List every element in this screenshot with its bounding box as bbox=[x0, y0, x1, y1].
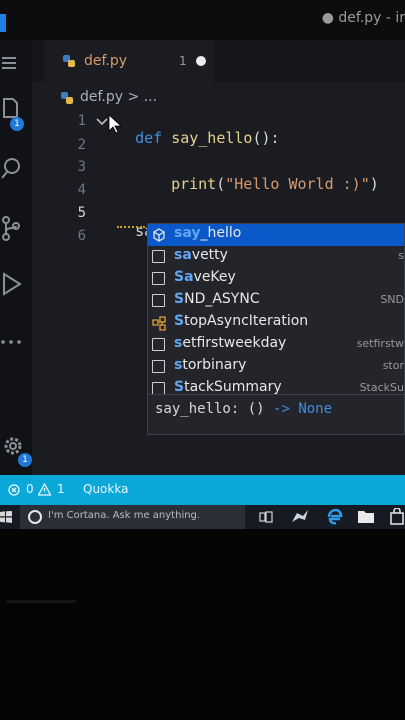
explorer-badge: 1 bbox=[10, 117, 24, 131]
error-icon[interactable] bbox=[8, 484, 20, 496]
print-call: print bbox=[171, 175, 217, 193]
suggestion-label: SaveKey bbox=[174, 269, 236, 285]
suggestion-item[interactable]: storbinary stor bbox=[148, 356, 404, 378]
tab-problem-count: 1 bbox=[179, 54, 187, 68]
suggestion-detail: setfirstw bbox=[356, 337, 404, 350]
status-bar: 0 1 Quokka bbox=[0, 475, 405, 505]
unsaved-dot-icon[interactable] bbox=[196, 56, 206, 66]
signature-text: say_hello: () -> None bbox=[155, 401, 333, 417]
breadcrumb-separator: > bbox=[127, 89, 140, 105]
suggestion-label: savetty bbox=[174, 247, 228, 263]
error-count[interactable]: 0 bbox=[26, 482, 34, 496]
suggestion-detail: SND bbox=[380, 293, 404, 306]
suggestion-item[interactable]: setfirstweekday setfirstw bbox=[148, 334, 404, 356]
suggestion-item[interactable]: say_hello bbox=[148, 224, 404, 246]
title-bar: ● def.py - ir bbox=[0, 0, 405, 40]
store-icon[interactable] bbox=[390, 508, 404, 525]
cortana-placeholder: I'm Cortana. Ask me anything. bbox=[48, 510, 201, 521]
suggestion-label: say_hello bbox=[174, 225, 242, 241]
suggestion-item[interactable]: StopAsyncIteration bbox=[148, 312, 404, 334]
faint-reflection bbox=[6, 600, 76, 603]
blank-area bbox=[0, 529, 405, 720]
line-number: 4 bbox=[77, 182, 86, 198]
app-icon[interactable] bbox=[290, 508, 310, 526]
settings-badge: 1 bbox=[18, 453, 32, 467]
function-name: say_hello bbox=[171, 129, 253, 147]
search-icon[interactable] bbox=[0, 155, 30, 185]
tab-label: def.py bbox=[84, 53, 128, 69]
app-corner-accent bbox=[0, 14, 6, 32]
explorer-icon[interactable]: 1 bbox=[0, 95, 30, 131]
class-icon bbox=[152, 316, 166, 331]
suggestion-label: SND_ASYNC bbox=[174, 291, 260, 307]
activity-bar: 1 1 bbox=[0, 40, 32, 475]
function-params: (): bbox=[252, 129, 280, 147]
task-view-icon[interactable] bbox=[259, 510, 275, 524]
suggestion-item[interactable]: savetty s bbox=[148, 246, 404, 268]
suggestion-widget[interactable]: say_hello savetty s SaveKey SND_ASYNC SN… bbox=[147, 223, 405, 435]
more-icon[interactable] bbox=[0, 330, 30, 360]
quokka-status[interactable]: Quokka bbox=[83, 482, 128, 496]
line-number-active: 5 bbox=[77, 205, 86, 221]
suggestion-label: setfirstweekday bbox=[174, 335, 287, 351]
keyword-def: def bbox=[135, 129, 163, 147]
settings-gear-icon[interactable]: 1 bbox=[0, 433, 32, 467]
warning-icon[interactable] bbox=[38, 483, 51, 496]
line-number: 6 bbox=[77, 228, 86, 244]
variable-square-icon bbox=[152, 272, 165, 285]
paren-open: ( bbox=[216, 175, 226, 193]
warning-squiggle bbox=[117, 223, 145, 228]
line-number: 3 bbox=[77, 159, 86, 175]
windows-taskbar: I'm Cortana. Ask me anything. bbox=[0, 505, 405, 529]
breadcrumb-file[interactable]: def.py bbox=[80, 89, 123, 105]
suggestion-detail: StackSu bbox=[359, 381, 404, 394]
window-title: ● def.py - ir bbox=[321, 10, 405, 26]
suggestion-label: StopAsyncIteration bbox=[174, 313, 309, 329]
variable-square-icon bbox=[152, 294, 165, 307]
cortana-search-box[interactable]: I'm Cortana. Ask me anything. bbox=[20, 505, 245, 529]
variable-square-icon bbox=[152, 250, 165, 263]
source-control-icon[interactable] bbox=[0, 215, 30, 245]
suggestion-detail: s bbox=[398, 249, 404, 262]
fold-chevron-icon[interactable] bbox=[96, 116, 108, 128]
cube-icon bbox=[153, 228, 165, 242]
tab-def-py[interactable]: def.py 1 bbox=[44, 40, 214, 82]
string-literal: "Hello World :)" bbox=[225, 175, 370, 193]
line-number: 1 bbox=[77, 113, 86, 129]
paren-close: ) bbox=[369, 175, 379, 193]
file-explorer-icon[interactable] bbox=[357, 509, 375, 524]
edge-browser-icon[interactable] bbox=[325, 508, 343, 526]
windows-start-icon[interactable] bbox=[0, 511, 12, 523]
cortana-icon bbox=[28, 510, 42, 524]
tab-bar: def.py 1 bbox=[32, 40, 405, 82]
breadcrumb-more[interactable]: ... bbox=[144, 89, 157, 105]
breadcrumb: def.py > ... bbox=[61, 89, 157, 105]
suggestion-label: storbinary bbox=[174, 357, 247, 373]
python-file-icon bbox=[63, 55, 75, 67]
warning-count[interactable]: 1 bbox=[57, 482, 65, 496]
menu-icon[interactable] bbox=[0, 52, 30, 82]
run-debug-icon[interactable] bbox=[0, 270, 30, 300]
suggestion-details-panel: say_hello: () -> None bbox=[148, 394, 404, 434]
suggestion-item[interactable]: SaveKey bbox=[148, 268, 404, 290]
suggestion-label: StackSummary bbox=[174, 379, 282, 395]
code-line-3: print("Hello World :)") bbox=[153, 157, 379, 193]
variable-square-icon bbox=[152, 338, 165, 351]
python-file-icon bbox=[61, 92, 73, 104]
line-number: 2 bbox=[77, 137, 86, 153]
suggestion-detail: stor bbox=[382, 359, 404, 372]
suggestion-item[interactable]: SND_ASYNC SND bbox=[148, 290, 404, 312]
variable-square-icon bbox=[152, 360, 165, 373]
code-line-1: def say_hello(): bbox=[117, 111, 280, 147]
